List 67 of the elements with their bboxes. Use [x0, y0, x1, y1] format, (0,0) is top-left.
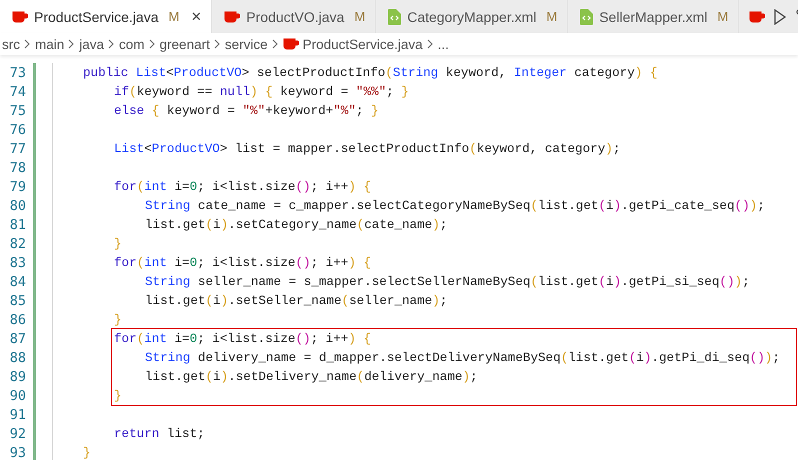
cup-icon — [282, 37, 299, 51]
chevron-icon — [148, 39, 156, 49]
line-number: 79 — [8, 178, 26, 194]
line-number: 73 — [8, 64, 26, 80]
code-line: String seller_name = s_mapper.selectSellerNameBySeq(list.get(i).getPi_si_seq()); — [145, 274, 750, 288]
line-number: 77 — [8, 140, 26, 156]
code-line: } — [114, 388, 122, 402]
breadcrumb-item[interactable]: src — [2, 36, 20, 52]
cup-icon — [12, 10, 28, 24]
line-number: 80 — [8, 198, 26, 214]
line-number: 86 — [8, 312, 26, 328]
modified-label: M — [354, 9, 366, 24]
line-number: 78 — [8, 160, 26, 176]
code-line: list.get(i).setCategory_name(cate_name); — [145, 218, 448, 232]
code-line: String cate_name = c_mapper.selectCategoryNameBySeq(list.get(i).getPi_cate_seq()); — [145, 198, 765, 212]
line-number: 91 — [8, 406, 26, 422]
close-button[interactable]: × — [191, 6, 202, 26]
run-icon[interactable] — [773, 8, 788, 24]
code-line: list.get(i).setDelivery_name(delivery_name); — [145, 370, 478, 384]
breadcrumb-item[interactable]: ProductService.java — [302, 36, 423, 52]
chevron-icon — [272, 39, 279, 49]
breadcrumb-item[interactable]: com — [119, 36, 145, 52]
chevron-icon — [24, 39, 31, 49]
line-number: 84 — [8, 274, 26, 290]
code-line: } — [114, 312, 122, 326]
line-number: 93 — [8, 444, 26, 460]
code-line: String delivery_name = d_mapper.selectDeliveryNameBySeq(list.get(i).getPi_di_seq()); — [145, 350, 780, 364]
line-number: 85 — [8, 292, 26, 308]
code-line: if(keyword == null) { keyword = "%%"; } — [114, 84, 409, 98]
line-number: 81 — [8, 216, 26, 232]
line-number: 76 — [8, 122, 26, 138]
line-number: 88 — [8, 350, 26, 366]
chevron-icon — [68, 39, 76, 49]
chevron-icon — [108, 39, 116, 49]
line-number: 90 — [8, 388, 26, 404]
line-number: 75 — [8, 102, 26, 118]
code-line: for(int i=0; i<list.size(); i++) { — [114, 180, 372, 194]
line-number: 89 — [8, 368, 26, 384]
file-code-icon — [580, 8, 594, 24]
breadcrumb-item[interactable]: main — [35, 36, 64, 52]
code-line: list.get(i).setSeller_name(seller_name); — [145, 294, 448, 308]
line-number: 74 — [8, 84, 26, 100]
line-number: 83 — [8, 254, 26, 270]
breadcrumb-item[interactable]: java — [79, 36, 104, 52]
modified-label: M — [168, 9, 180, 24]
editor-tab[interactable]: ProductService.java M × — [0, 0, 212, 33]
chevron-icon — [214, 39, 221, 49]
cup-icon — [224, 10, 240, 24]
cup-icon — [749, 10, 766, 24]
file-code-icon — [388, 8, 402, 24]
chevron-icon — [426, 39, 434, 49]
code-line: public List<ProductVO> selectProductInfo(String keyword, Integer category) { — [83, 66, 658, 80]
code-line: for(int i=0; i<list.size(); i++) { — [114, 256, 372, 270]
line-number: 87 — [8, 330, 26, 346]
code-line: } — [114, 236, 122, 250]
modified-label: M — [717, 9, 728, 24]
code-line: List<ProductVO> list = mapper.selectProductInfo(keyword, category); — [114, 142, 620, 156]
breadcrumb-item[interactable]: ... — [438, 36, 449, 52]
code-line: else { keyword = "%"+keyword+"%"; } — [114, 104, 379, 118]
code-line: return list; — [114, 426, 205, 440]
line-number: 92 — [8, 426, 26, 442]
code-line: } — [83, 446, 91, 460]
breadcrumb-item[interactable]: greenart — [160, 36, 210, 52]
breadcrumb-item[interactable]: service — [224, 36, 268, 52]
line-number: 82 — [8, 236, 26, 252]
code-line: for(int i=0; i<list.size(); i++) { — [114, 332, 372, 346]
modified-label: M — [546, 9, 558, 24]
